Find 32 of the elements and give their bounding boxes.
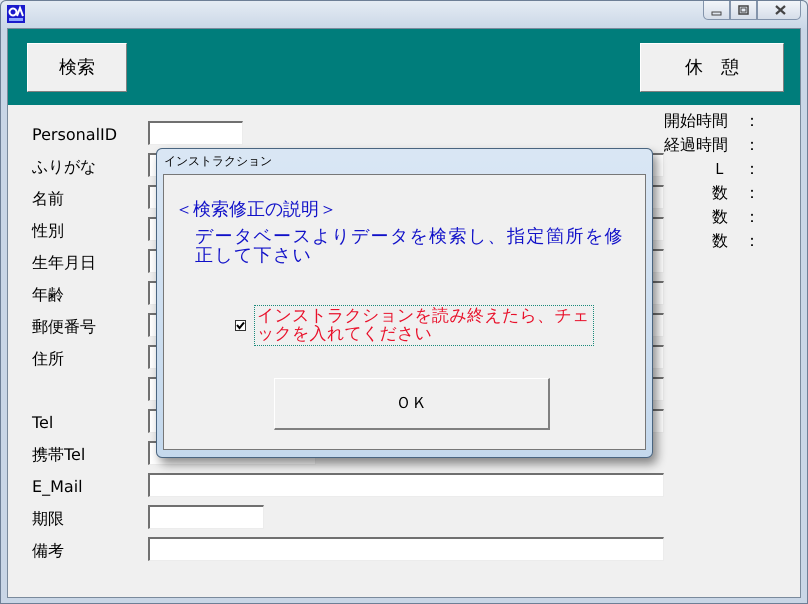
info-label: 数 ： xyxy=(712,206,760,228)
field-label: 性別 xyxy=(32,220,65,242)
input-field[interactable] xyxy=(148,473,664,497)
toolbar-button[interactable]: 検索 xyxy=(27,42,127,92)
field-label: ふりがな xyxy=(32,156,97,178)
dialog-title: インストラクション xyxy=(163,153,272,170)
field-label: 携帯Tel xyxy=(32,444,86,466)
field-label: Tel xyxy=(32,412,54,434)
field-label: E_Mail xyxy=(32,476,84,498)
field-label: 期限 xyxy=(32,508,65,530)
info-label: 経過時間 ： xyxy=(664,134,760,156)
info-label: Ｌ ： xyxy=(712,158,760,180)
info-label: 数 ： xyxy=(712,182,760,204)
field-label: 生年月日 xyxy=(32,252,97,274)
field-label: PersonalID xyxy=(32,124,118,146)
app-icon xyxy=(7,5,25,23)
instruction-text: データベースよりデータを検索し、指定箇所を修正して下さい xyxy=(195,227,625,265)
input-field[interactable] xyxy=(148,121,243,145)
checkbox-label: インストラクションを読み終えたら、チェックを入れてください xyxy=(254,305,594,346)
input-field[interactable] xyxy=(148,505,264,529)
checkbox[interactable] xyxy=(235,320,246,331)
toolbar-button[interactable]: 休 憩 xyxy=(640,42,784,92)
field-label: 住所 xyxy=(32,348,65,370)
instruction-heading: ＜検索修正の説明＞ xyxy=(175,199,337,221)
field-label: 名前 xyxy=(32,188,65,210)
info-label: 数 ： xyxy=(712,230,760,252)
ok-button[interactable]: ＯＫ xyxy=(274,378,550,430)
input-field[interactable] xyxy=(148,537,664,561)
info-label: 開始時間 ： xyxy=(664,110,760,132)
field-label: 年齢 xyxy=(32,284,65,306)
field-label: 郵便番号 xyxy=(32,316,97,338)
field-label: 備考 xyxy=(32,540,65,562)
